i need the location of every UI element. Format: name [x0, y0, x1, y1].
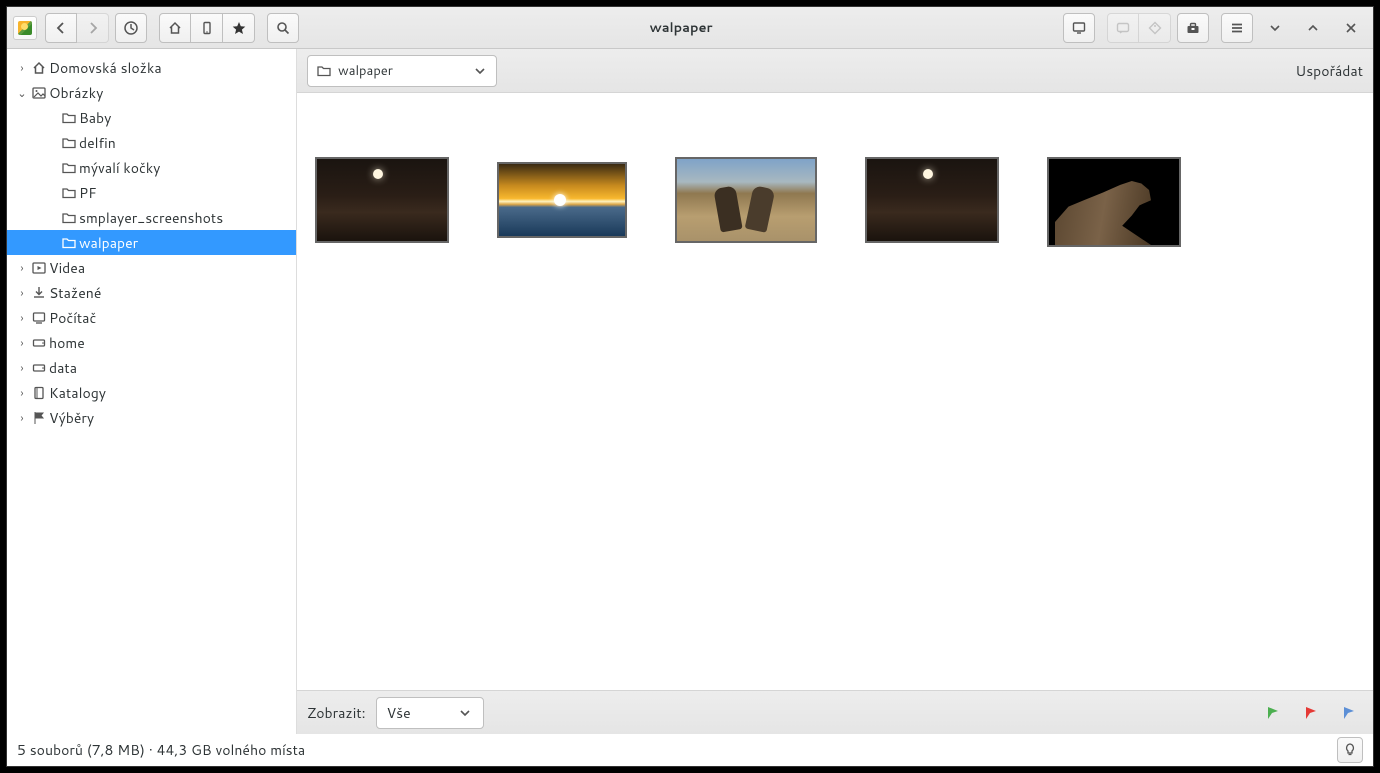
sidebar-item-label: Obrázky — [47, 83, 109, 103]
sidebar-item-videa[interactable]: › Videa — [7, 255, 296, 280]
sidebar-item-data[interactable]: › data — [7, 355, 296, 380]
sidebar-item-home[interactable]: › home — [7, 330, 296, 355]
computer-icon — [31, 310, 47, 326]
sidebar-item-pf[interactable]: PF — [7, 180, 296, 205]
book-icon — [31, 385, 47, 401]
sidebar-item-obr-zky[interactable]: ⌄ Obrázky — [7, 80, 296, 105]
flag-icon — [31, 410, 47, 426]
filter-bar: Zobrazit: Vše — [297, 690, 1373, 734]
folder-icon — [61, 185, 77, 201]
favorites-button[interactable] — [223, 13, 255, 43]
headerbar: walpaper — [7, 7, 1373, 49]
sidebar-item-label: walpaper — [77, 233, 144, 253]
sidebar-item-label: home — [47, 333, 91, 353]
close-button[interactable] — [1335, 13, 1367, 43]
sidebar-item-label: Domovská složka — [47, 58, 168, 78]
sidebar-tree[interactable]: › Domovská složka ⌄ Obrázky Baby delfin mývalí… — [7, 49, 297, 734]
chevron-down-icon — [457, 705, 473, 721]
sidebar-item-label: mývalí kočky — [77, 158, 166, 178]
download-icon — [31, 285, 47, 301]
folder-icon — [61, 160, 77, 176]
slideshow-button[interactable] — [1063, 13, 1095, 43]
expand-icon[interactable]: › — [13, 385, 31, 401]
expand-icon[interactable]: › — [13, 260, 31, 276]
forward-button — [77, 13, 109, 43]
path-current-label: walpaper — [338, 62, 393, 80]
filter-value: Vše — [387, 703, 411, 723]
sidebar-item-po-ta-[interactable]: › Počítač — [7, 305, 296, 330]
tools-button[interactable] — [1177, 13, 1209, 43]
expand-icon[interactable]: › — [13, 285, 31, 301]
sidebar-item-v-b-ry[interactable]: › Výběry — [7, 405, 296, 430]
sidebar-item-label: data — [47, 358, 83, 378]
filter-dropdown[interactable]: Vše — [376, 697, 484, 729]
search-button[interactable] — [267, 13, 299, 43]
tag-button — [1139, 13, 1171, 43]
sidebar-item-label: Baby — [77, 108, 117, 128]
status-bar: 5 souborů (7,8 MB) · 44,3 GB volného mís… — [7, 734, 1373, 766]
sidebar-item-label: delfin — [77, 133, 122, 153]
folder-icon — [61, 210, 77, 226]
status-text: 5 souborů (7,8 MB) · 44,3 GB volného mís… — [17, 740, 305, 760]
sidebar-item-label: Stažené — [47, 283, 107, 303]
menu-button[interactable] — [1221, 13, 1253, 43]
flag-green-button[interactable] — [1265, 705, 1281, 721]
thumbnail[interactable] — [315, 157, 449, 243]
sidebar-item-domovsk-slo-ka[interactable]: › Domovská složka — [7, 55, 296, 80]
app-logo-icon — [13, 16, 37, 40]
sidebar-item-smplayer-screenshots[interactable]: smplayer_screenshots — [7, 205, 296, 230]
window-title: walpaper — [305, 19, 1057, 37]
sidebar-item-label: Počítač — [47, 308, 102, 328]
sidebar-item-label: Videa — [47, 258, 91, 278]
sidebar-item-m-val-ko-ky[interactable]: mývalí kočky — [7, 155, 296, 180]
flag-red-button[interactable] — [1303, 705, 1319, 721]
expand-icon[interactable]: › — [13, 360, 31, 376]
hint-button[interactable] — [1337, 737, 1363, 763]
collapse-icon[interactable]: ⌄ — [13, 85, 31, 101]
path-bar: walpaper Uspořádat — [297, 49, 1373, 93]
sidebar-item-label: smplayer_screenshots — [77, 208, 229, 228]
thumbnail-area[interactable] — [297, 93, 1373, 690]
filter-label: Zobrazit: — [307, 703, 366, 723]
expand-icon[interactable]: › — [13, 310, 31, 326]
sidebar-item-label: PF — [77, 183, 103, 203]
expand-icon[interactable]: › — [13, 410, 31, 426]
home-icon — [31, 60, 47, 76]
sidebar-item-baby[interactable]: Baby — [7, 105, 296, 130]
home-button[interactable] — [159, 13, 191, 43]
comment-button — [1107, 13, 1139, 43]
sidebar-item-sta-en-[interactable]: › Stažené — [7, 280, 296, 305]
expand-icon[interactable]: › — [13, 335, 31, 351]
thumbnail[interactable] — [497, 162, 627, 238]
chevron-down-icon — [472, 63, 488, 79]
history-button[interactable] — [115, 13, 147, 43]
minimize-button[interactable] — [1259, 13, 1291, 43]
flag-blue-button[interactable] — [1341, 705, 1357, 721]
folder-icon — [61, 235, 77, 251]
sidebar-item-label: Katalogy — [47, 383, 112, 403]
sidebar-item-katalogy[interactable]: › Katalogy — [7, 380, 296, 405]
sidebar-item-delfin[interactable]: delfin — [7, 130, 296, 155]
thumbnail[interactable] — [865, 157, 999, 243]
back-button[interactable] — [45, 13, 77, 43]
arrange-button[interactable]: Uspořádat — [1295, 61, 1363, 81]
path-dropdown[interactable]: walpaper — [307, 55, 497, 87]
device-button[interactable] — [191, 13, 223, 43]
drive-icon — [31, 360, 47, 376]
sidebar-item-label: Výběry — [47, 408, 100, 428]
image-icon — [31, 85, 47, 101]
expand-icon[interactable]: › — [13, 60, 31, 76]
sidebar-item-walpaper[interactable]: walpaper — [7, 230, 296, 255]
thumbnail[interactable] — [1047, 157, 1181, 247]
video-icon — [31, 260, 47, 276]
folder-icon — [61, 110, 77, 126]
maximize-button[interactable] — [1297, 13, 1329, 43]
thumbnail[interactable] — [675, 157, 817, 243]
folder-icon — [61, 135, 77, 151]
drive-icon — [31, 335, 47, 351]
